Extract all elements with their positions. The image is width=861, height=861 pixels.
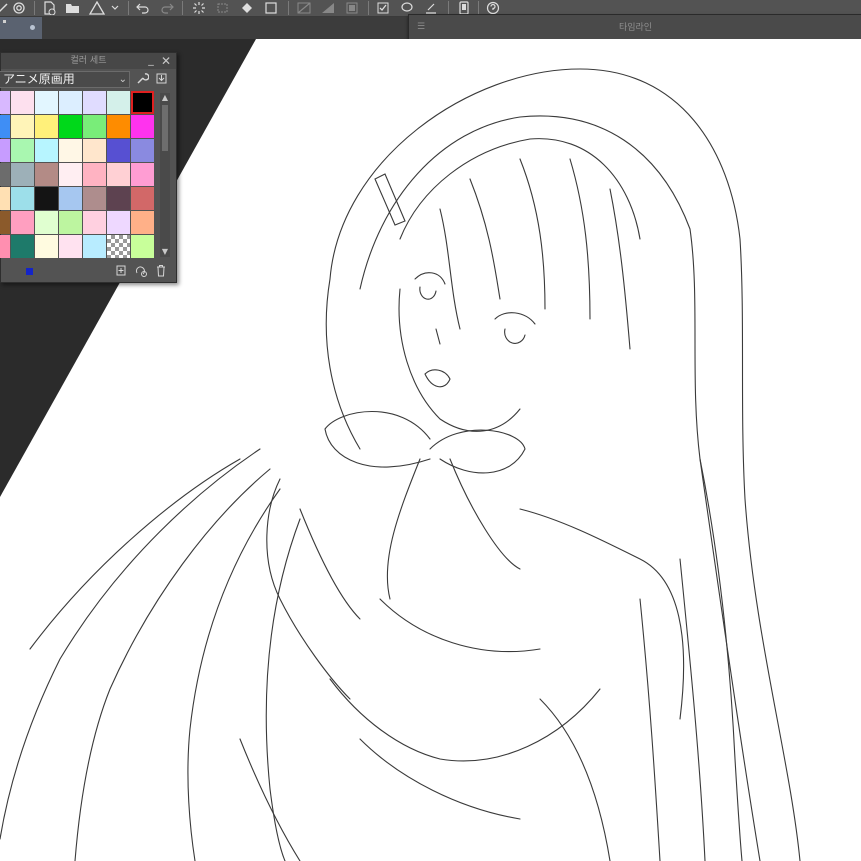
color-swatch[interactable] [35,163,58,186]
color-swatch[interactable] [107,211,130,234]
color-swatch[interactable] [35,235,58,258]
color-swatch[interactable] [0,139,10,162]
color-swatch[interactable] [107,139,130,162]
color-swatch-grid [0,91,158,258]
color-swatch[interactable] [83,235,106,258]
palette-scrollbar[interactable]: ▲ ▼ [160,93,170,257]
color-swatch[interactable] [83,187,106,210]
color-swatch[interactable] [59,139,82,162]
color-set-select[interactable]: アニメ原画用 ⌄ [0,71,130,88]
unsaved-dot-icon [30,25,35,30]
scroll-down-icon[interactable]: ▼ [160,247,170,257]
color-swatch[interactable] [0,163,10,186]
color-swatch[interactable] [131,211,154,234]
close-icon[interactable]: ✕ [160,53,172,69]
export-icon[interactable] [88,0,106,16]
color-swatch[interactable] [0,187,10,210]
add-color-icon[interactable] [113,264,129,280]
wrench-icon[interactable] [134,72,150,88]
chevron-down-icon: ⌄ [118,74,127,85]
palette-footer [1,261,176,281]
check-icon[interactable] [374,0,392,16]
color-swatch[interactable] [59,187,82,210]
timeline-panel[interactable]: ☰ 타임라인 [408,14,861,40]
color-swatch[interactable] [11,187,34,210]
spiral-icon[interactable] [10,0,28,16]
import-icon[interactable] [153,72,169,88]
color-swatch[interactable] [35,211,58,234]
color-swatch[interactable] [83,115,106,138]
color-swatch[interactable] [35,187,58,210]
loading-icon[interactable] [190,0,208,16]
minimize-icon[interactable]: _ [145,53,157,69]
fill-icon[interactable] [238,0,256,16]
color-swatch[interactable] [107,115,130,138]
color-swatch[interactable] [131,163,154,186]
color-swatch[interactable] [107,187,130,210]
undo-icon[interactable] [134,0,152,16]
color-swatch[interactable] [0,211,10,234]
color-swatch[interactable] [131,187,154,210]
color-swatch[interactable] [59,115,82,138]
color-swatch[interactable] [83,211,106,234]
ruler-icon[interactable] [295,0,313,16]
new-file-icon[interactable] [40,0,58,16]
color-swatch[interactable] [11,163,34,186]
transform-icon[interactable] [214,0,232,16]
color-swatch[interactable] [83,91,106,114]
crop-icon[interactable] [262,0,280,16]
scroll-up-icon[interactable]: ▲ [160,93,170,103]
layer-mask-icon[interactable] [343,0,361,16]
open-folder-icon[interactable] [64,0,82,16]
color-swatch[interactable] [83,139,106,162]
current-color-indicator [26,268,33,275]
color-swatch[interactable] [35,139,58,162]
color-swatch[interactable] [59,163,82,186]
color-swatch[interactable] [107,235,130,258]
color-set-palette[interactable]: 컬러 세트 _ ✕ アニメ原画用 ⌄ ▲ ▼ [0,52,177,283]
dropdown-icon[interactable] [109,0,121,16]
color-swatch[interactable] [0,115,10,138]
color-swatch[interactable] [0,91,10,114]
color-swatch[interactable] [11,139,34,162]
redo-icon[interactable] [158,0,176,16]
color-swatch[interactable] [11,115,34,138]
color-swatch[interactable] [0,235,10,258]
color-set-name: アニメ原画用 [3,72,75,86]
color-swatch[interactable] [131,115,154,138]
color-swatch[interactable] [131,139,154,162]
color-swatch[interactable] [59,211,82,234]
color-swatch[interactable] [107,91,130,114]
canvas-tab[interactable] [0,17,42,39]
color-swatch[interactable] [107,163,130,186]
scrollbar-thumb[interactable] [162,105,168,151]
color-swatch[interactable] [11,91,34,114]
color-swatch[interactable] [131,91,154,114]
grid-icon[interactable] [319,0,337,16]
color-swatch[interactable] [35,115,58,138]
trash-icon[interactable] [153,264,169,280]
replace-color-icon[interactable] [133,264,149,280]
color-swatch[interactable] [131,235,154,258]
color-swatch[interactable] [35,91,58,114]
color-swatch[interactable] [11,211,34,234]
timeline-title: 타임라인 [618,23,653,33]
color-swatch[interactable] [11,235,34,258]
tab-marker [3,20,6,23]
color-swatch[interactable] [83,163,106,186]
color-swatch[interactable] [59,235,82,258]
color-swatch[interactable] [59,91,82,114]
